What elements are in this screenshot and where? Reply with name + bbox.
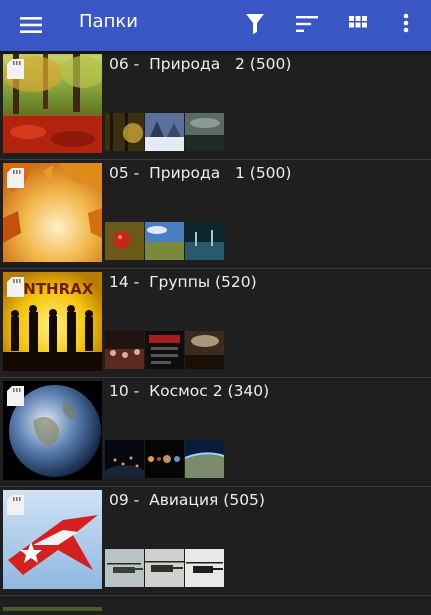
thumbnail bbox=[185, 222, 224, 260]
more-vert-icon[interactable] bbox=[391, 9, 421, 39]
thumbnail bbox=[145, 440, 184, 478]
folder-name: 10 - Космос 2 (340) bbox=[109, 382, 270, 400]
sd-card-icon bbox=[7, 59, 24, 79]
thumbnail bbox=[145, 113, 184, 151]
folder-cover-image: ANTHRAX bbox=[3, 272, 102, 371]
folder-cover-image bbox=[3, 163, 102, 262]
thumbnail bbox=[105, 440, 144, 478]
sd-card-icon bbox=[7, 277, 24, 297]
folder-item[interactable]: 06 - Природа 2 (500) bbox=[0, 51, 431, 160]
grid-view-icon[interactable] bbox=[343, 9, 373, 39]
folder-item[interactable]: 09 - Авиация (505) bbox=[0, 487, 431, 596]
sd-card-icon bbox=[7, 386, 24, 406]
folder-name: 06 - Природа 2 (500) bbox=[109, 55, 292, 73]
folder-cover-image bbox=[3, 490, 102, 589]
next-folder-item-partial bbox=[0, 596, 431, 611]
thumbnail bbox=[185, 113, 224, 151]
sort-icon[interactable] bbox=[292, 9, 322, 39]
folder-name: 09 - Авиация (505) bbox=[109, 491, 265, 509]
thumbnail bbox=[185, 331, 224, 369]
folder-cover-image bbox=[3, 381, 102, 480]
folder-name: 05 - Природа 1 (500) bbox=[109, 164, 292, 182]
sd-card-icon bbox=[7, 168, 24, 188]
thumbnail bbox=[145, 549, 184, 587]
thumbnail bbox=[105, 222, 144, 260]
thumbnail bbox=[105, 549, 144, 587]
filter-icon[interactable] bbox=[240, 9, 270, 39]
app-bar: Папки bbox=[0, 0, 431, 51]
thumbnail bbox=[145, 331, 184, 369]
thumbnail bbox=[185, 549, 224, 587]
thumbnail bbox=[105, 113, 144, 151]
thumbnail bbox=[105, 331, 144, 369]
sd-card-icon bbox=[7, 495, 24, 515]
folder-name: 14 - Группы (520) bbox=[109, 273, 257, 291]
hamburger-menu-icon[interactable] bbox=[18, 12, 44, 38]
folder-cover-image bbox=[3, 54, 102, 153]
folder-item[interactable]: 10 - Космос 2 (340) bbox=[0, 378, 431, 487]
folder-item[interactable]: ANTHRAX 14 - Группы (520) bbox=[0, 269, 431, 378]
thumbnail bbox=[185, 440, 224, 478]
folder-item[interactable]: 05 - Природа 1 (500) bbox=[0, 160, 431, 269]
thumbnail bbox=[145, 222, 184, 260]
page-title: Папки bbox=[79, 11, 138, 32]
